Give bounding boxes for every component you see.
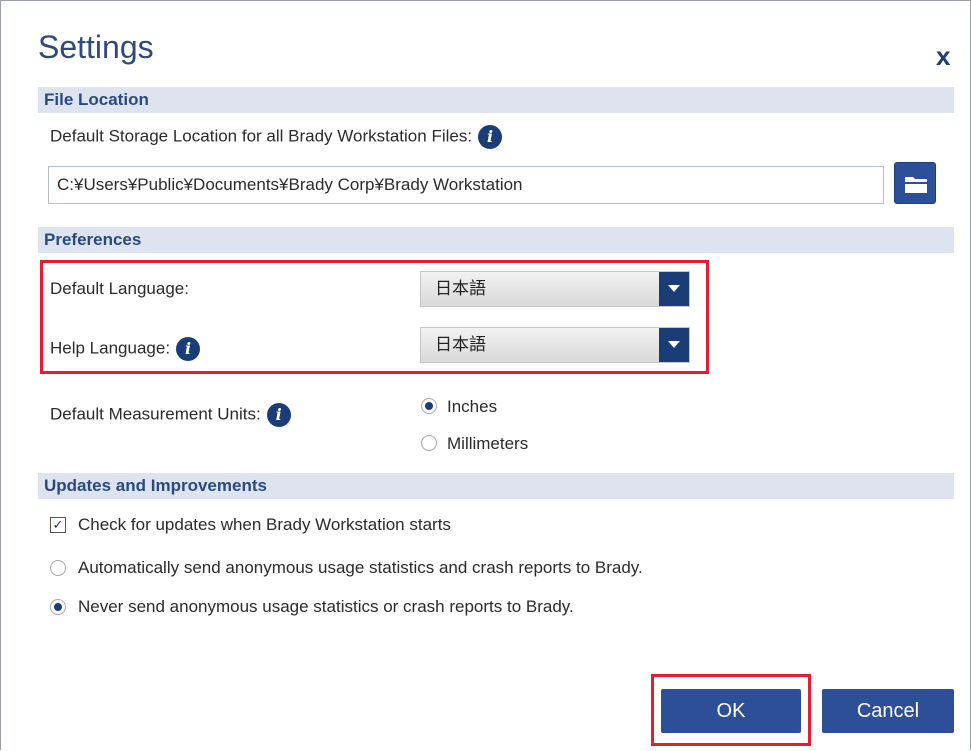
close-button[interactable]: x xyxy=(936,41,950,72)
browse-folder-button[interactable] xyxy=(894,162,936,204)
units-label: Default Measurement Units: xyxy=(50,404,261,424)
cancel-button[interactable]: Cancel xyxy=(822,689,954,733)
units-row: Default Measurement Units: i xyxy=(50,403,291,427)
auto-send-label: Automatically send anonymous usage stati… xyxy=(78,558,643,577)
check-updates-checkbox[interactable]: ✓ xyxy=(50,517,66,533)
default-language-select[interactable]: 日本語 xyxy=(420,271,690,307)
default-language-value: 日本語 xyxy=(435,279,486,298)
preferences-header: Preferences xyxy=(38,227,954,253)
never-send-label: Never send anonymous usage statistics or… xyxy=(78,597,574,616)
storage-location-row: Default Storage Location for all Brady W… xyxy=(50,125,503,149)
units-inches-radio[interactable] xyxy=(421,398,437,414)
storage-location-label: Default Storage Location for all Brady W… xyxy=(50,126,473,146)
help-language-select[interactable]: 日本語 xyxy=(420,327,690,363)
settings-dialog: Settings x File Location Default Storage… xyxy=(0,0,971,750)
default-language-label: Default Language: xyxy=(50,279,189,298)
info-icon[interactable]: i xyxy=(478,125,503,149)
help-language-value: 日本語 xyxy=(435,335,486,354)
never-send-radio[interactable] xyxy=(50,599,66,615)
storage-path-field[interactable]: C:¥Users¥Public¥Documents¥Brady Corp¥Bra… xyxy=(48,166,884,204)
help-language-label: Help Language: xyxy=(50,338,171,358)
units-inches-label: Inches xyxy=(447,397,498,416)
help-language-row: Help Language: i xyxy=(50,337,201,361)
file-location-header: File Location xyxy=(38,87,954,113)
info-icon[interactable]: i xyxy=(266,403,291,427)
chevron-down-icon[interactable] xyxy=(659,328,689,362)
chevron-down-icon[interactable] xyxy=(659,272,689,306)
dialog-title: Settings xyxy=(38,29,154,65)
auto-send-radio[interactable] xyxy=(50,560,66,576)
check-updates-label: Check for updates when Brady Workstation… xyxy=(78,515,451,534)
updates-header: Updates and Improvements xyxy=(38,473,954,499)
folder-icon xyxy=(905,177,927,193)
units-millimeters-radio[interactable] xyxy=(421,435,437,451)
units-millimeters-label: Millimeters xyxy=(447,434,529,453)
info-icon[interactable]: i xyxy=(176,337,201,361)
ok-button[interactable]: OK xyxy=(661,689,801,733)
